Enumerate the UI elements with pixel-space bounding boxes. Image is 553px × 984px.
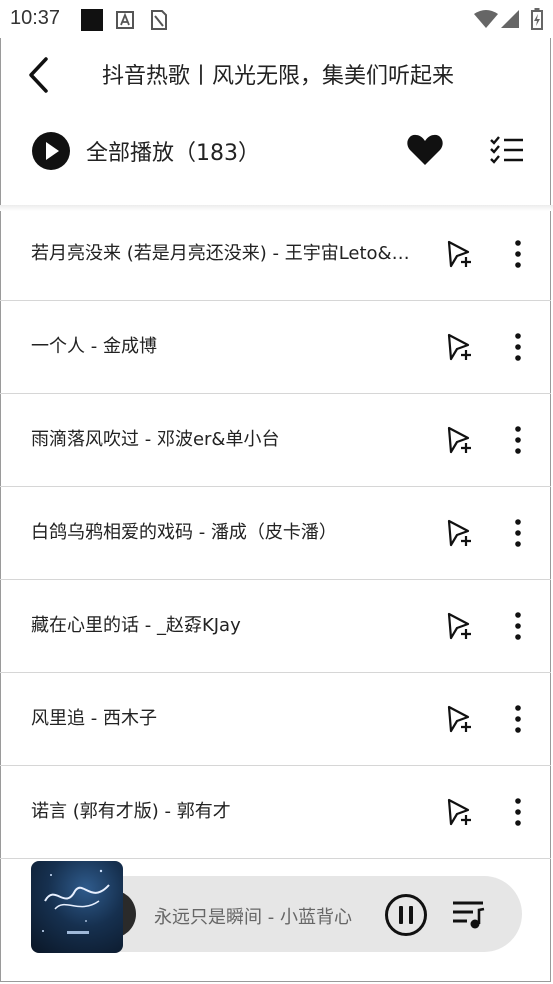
album-cover-image (42, 869, 110, 934)
now-playing-title: 永远只是瞬间 - 小蓝背心 (154, 907, 352, 928)
more-vertical-icon (515, 519, 521, 547)
more-options-button[interactable] (508, 517, 528, 549)
add-to-playlist-button[interactable] (446, 426, 474, 454)
more-vertical-icon (515, 333, 521, 361)
multi-select-button[interactable] (489, 135, 525, 165)
add-to-playlist-icon (447, 240, 471, 268)
more-options-button[interactable] (508, 238, 528, 270)
signal-icon (501, 10, 519, 28)
pause-circle-icon (385, 894, 427, 936)
add-to-playlist-button[interactable] (446, 240, 474, 268)
battery-charging-icon (531, 8, 543, 30)
page-title: 抖音热歌丨风光无限，集美们听起来 (102, 64, 455, 89)
add-to-playlist-icon (447, 798, 471, 826)
more-vertical-icon (515, 426, 521, 454)
song-row[interactable]: 诺言 (郭有才版) - 郭有才 (0, 766, 551, 859)
song-title: 一个人 - 金成博 (31, 336, 157, 357)
back-arrow-icon (29, 57, 48, 93)
add-to-playlist-icon (447, 333, 471, 361)
add-to-playlist-icon (447, 705, 471, 733)
more-options-button[interactable] (508, 424, 528, 456)
more-vertical-icon (515, 612, 521, 640)
playlist-queue-icon (453, 901, 485, 929)
more-options-button[interactable] (508, 610, 528, 642)
song-title: 若月亮没来 (若是月亮还没来) - 王宇宙Leto&乔浚丞 (31, 243, 411, 264)
song-title: 诺言 (郭有才版) - 郭有才 (31, 801, 231, 822)
wifi-icon (474, 10, 498, 28)
sim-card-icon (151, 10, 167, 30)
add-to-playlist-icon (447, 426, 471, 454)
checklist-icon (490, 136, 523, 164)
add-to-playlist-button[interactable] (446, 333, 474, 361)
more-options-button[interactable] (508, 703, 528, 735)
album-cover[interactable] (31, 861, 123, 953)
status-bar: 10:37 (0, 0, 553, 38)
song-title: 藏在心里的话 - _赵孬KJay (31, 615, 241, 636)
add-to-playlist-button[interactable] (446, 612, 474, 640)
song-row[interactable]: 雨滴落风吹过 - 邓波er&单小台 (0, 394, 551, 487)
playlist-button[interactable] (451, 900, 487, 930)
song-row[interactable]: 若月亮没来 (若是月亮还没来) - 王宇宙Leto&乔浚丞 (0, 208, 551, 301)
a-badge-icon (116, 11, 134, 29)
song-title: 雨滴落风吹过 - 邓波er&单小台 (31, 429, 280, 450)
add-to-playlist-icon (447, 519, 471, 547)
add-to-playlist-button[interactable] (446, 798, 474, 826)
more-vertical-icon (515, 798, 521, 826)
add-to-playlist-icon (447, 612, 471, 640)
back-button[interactable] (22, 55, 58, 95)
more-options-button[interactable] (508, 796, 528, 828)
status-time: 10:37 (10, 7, 61, 29)
song-title: 风里追 - 西木子 (31, 708, 157, 729)
play-circle-icon (32, 132, 70, 170)
more-options-button[interactable] (508, 331, 528, 363)
song-row[interactable]: 藏在心里的话 - _赵孬KJay (0, 580, 551, 673)
more-vertical-icon (515, 705, 521, 733)
song-list: 若月亮没来 (若是月亮还没来) - 王宇宙Leto&乔浚丞 一个人 - 金成博 … (0, 208, 551, 859)
favorite-button[interactable] (406, 133, 444, 167)
add-to-playlist-button[interactable] (446, 705, 474, 733)
notification-square-icon (81, 9, 103, 31)
add-to-playlist-button[interactable] (446, 519, 474, 547)
song-title: 白鸽乌鸦相爱的戏码 - 潘成（皮卡潘） (31, 522, 337, 543)
play-all-label[interactable]: 全部播放（183） (86, 135, 260, 167)
heart-icon (407, 134, 443, 165)
song-row[interactable]: 一个人 - 金成博 (0, 301, 551, 394)
play-all-button[interactable] (31, 131, 71, 171)
song-row[interactable]: 风里追 - 西木子 (0, 673, 551, 766)
song-row[interactable]: 白鸽乌鸦相爱的戏码 - 潘成（皮卡潘） (0, 487, 551, 580)
more-vertical-icon (515, 240, 521, 268)
pause-button[interactable] (384, 893, 428, 937)
